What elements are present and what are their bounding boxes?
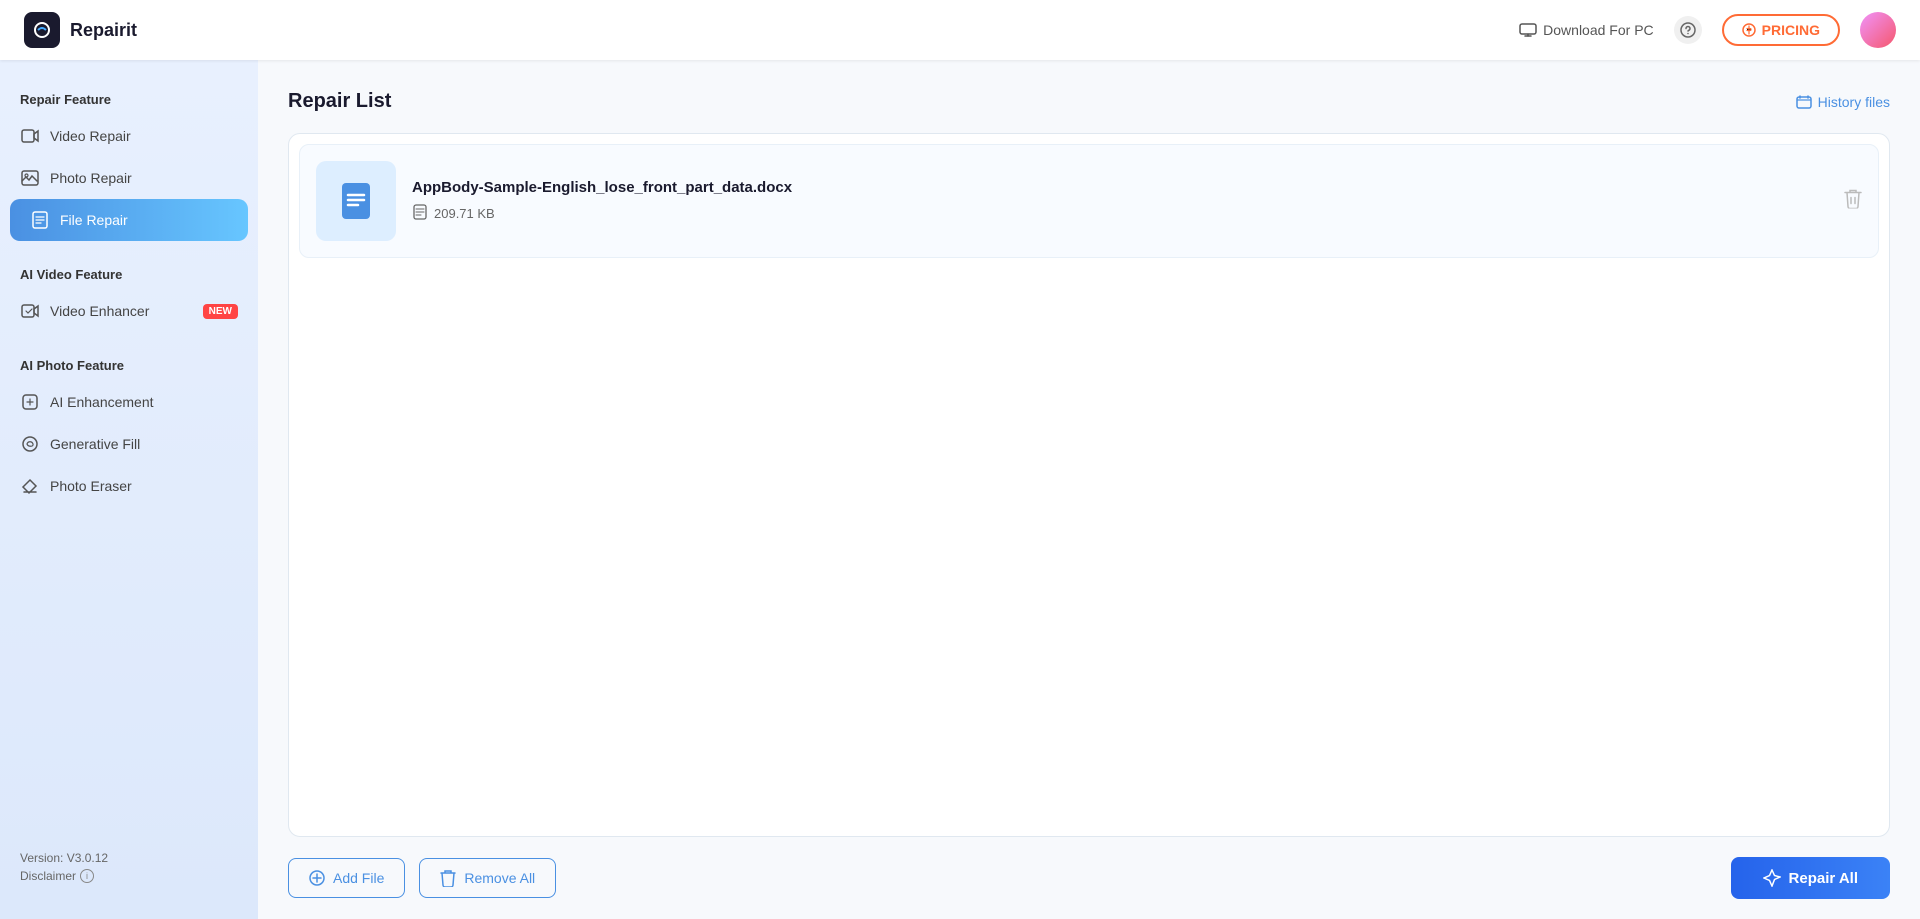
version-text: Version: V3.0.12	[20, 851, 238, 865]
sidebar-item-file-repair[interactable]: File Repair	[10, 199, 248, 241]
photo-repair-label: Photo Repair	[50, 170, 132, 186]
generative-fill-icon	[20, 434, 40, 454]
header-left: Repairit	[24, 12, 137, 48]
remove-all-label: Remove All	[464, 870, 535, 886]
file-name: AppBody-Sample-English_lose_front_part_d…	[412, 179, 1862, 196]
new-badge: NEW	[203, 304, 238, 319]
avatar[interactable]	[1860, 12, 1896, 48]
sidebar-item-video-enhancer[interactable]: Video Enhancer NEW	[0, 290, 258, 332]
photo-eraser-label: Photo Eraser	[50, 478, 132, 494]
pricing-button[interactable]: PRICING	[1722, 14, 1840, 46]
file-thumbnail	[316, 161, 396, 241]
sidebar-bottom: Version: V3.0.12 Disclaimer i	[0, 835, 258, 899]
add-file-label: Add File	[333, 870, 384, 886]
table-row: AppBody-Sample-English_lose_front_part_d…	[299, 144, 1879, 258]
disclaimer-info-icon[interactable]: i	[80, 869, 94, 883]
video-enhancer-icon	[20, 301, 40, 321]
download-pc-button[interactable]: Download For PC	[1519, 22, 1654, 38]
bottom-toolbar: Add File Remove All Repair All	[288, 837, 1890, 899]
file-size-icon	[412, 204, 428, 223]
sidebar-item-ai-enhancement[interactable]: AI Enhancement	[0, 381, 258, 423]
content-header: Repair List History files	[288, 90, 1890, 113]
logo-icon	[24, 12, 60, 48]
remove-all-button[interactable]: Remove All	[419, 858, 556, 898]
ai-enhancement-label: AI Enhancement	[50, 394, 154, 410]
content-area: Repair List History files AppBody-Sample…	[258, 60, 1920, 919]
pricing-label: PRICING	[1762, 22, 1820, 38]
logo-text: Repairit	[70, 20, 137, 41]
delete-file-button[interactable]	[1844, 189, 1862, 214]
file-info: AppBody-Sample-English_lose_front_part_d…	[412, 179, 1862, 223]
page-title: Repair List	[288, 90, 391, 113]
add-file-button[interactable]: Add File	[288, 858, 405, 898]
sidebar-item-photo-eraser[interactable]: Photo Eraser	[0, 465, 258, 507]
ai-photo-section-label: AI Photo Feature	[0, 346, 258, 381]
history-files-button[interactable]: History files	[1796, 94, 1890, 110]
ai-video-section-label: AI Video Feature	[0, 255, 258, 290]
video-repair-icon	[20, 126, 40, 146]
disclaimer-row: Disclaimer i	[20, 869, 238, 883]
file-repair-label: File Repair	[60, 212, 128, 228]
sidebar-item-generative-fill[interactable]: Generative Fill	[0, 423, 258, 465]
sidebar: Repair Feature Video Repair Photo Repair…	[0, 60, 258, 919]
file-repair-icon	[30, 210, 50, 230]
main-layout: Repair Feature Video Repair Photo Repair…	[0, 60, 1920, 919]
history-files-label: History files	[1818, 94, 1890, 110]
repair-all-label: Repair All	[1789, 870, 1858, 887]
photo-repair-icon	[20, 168, 40, 188]
header: Repairit Download For PC PRICING	[0, 0, 1920, 60]
video-repair-label: Video Repair	[50, 128, 131, 144]
photo-eraser-icon	[20, 476, 40, 496]
disclaimer-label: Disclaimer	[20, 869, 76, 883]
repair-section-label: Repair Feature	[0, 80, 258, 115]
ai-enhancement-icon	[20, 392, 40, 412]
generative-fill-label: Generative Fill	[50, 436, 140, 452]
bottom-left-buttons: Add File Remove All	[288, 858, 556, 898]
sidebar-item-video-repair[interactable]: Video Repair	[0, 115, 258, 157]
file-list: AppBody-Sample-English_lose_front_part_d…	[288, 133, 1890, 837]
sidebar-item-photo-repair[interactable]: Photo Repair	[0, 157, 258, 199]
file-size: 209.71 KB	[434, 206, 495, 221]
video-enhancer-label: Video Enhancer	[50, 303, 149, 319]
header-right: Download For PC PRICING	[1519, 12, 1896, 48]
file-meta: 209.71 KB	[412, 204, 1862, 223]
repair-all-button[interactable]: Repair All	[1731, 857, 1890, 899]
help-icon[interactable]	[1674, 16, 1702, 44]
download-label: Download For PC	[1543, 22, 1654, 38]
